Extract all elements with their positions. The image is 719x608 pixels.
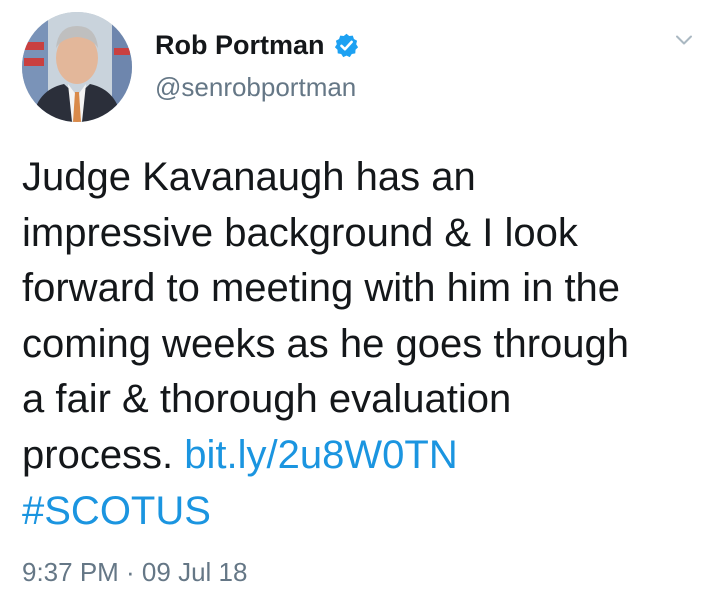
avatar[interactable] xyxy=(22,12,132,122)
tweet-line: forward to meeting with him in the xyxy=(22,266,621,311)
tweet-text: Judge Kavanaugh has an impressive backgr… xyxy=(22,150,712,539)
chevron-down-icon[interactable] xyxy=(672,28,696,52)
tweet-line: Judge Kavanaugh has an xyxy=(22,155,476,199)
tweet-line-hashtag: #SCOTUS xyxy=(22,484,712,540)
tweet-link[interactable]: bit.ly/2u8W0TN xyxy=(184,433,457,477)
tweet-timestamp[interactable]: 9:37 PM · 09 Jul 18 xyxy=(22,556,247,588)
hashtag-link[interactable]: #SCOTUS xyxy=(22,489,211,533)
tweet-line: impressive background & I look xyxy=(22,210,578,255)
tweet-line: coming weeks as he goes through xyxy=(22,321,630,366)
tweet-line-text: process. xyxy=(22,432,185,477)
display-name[interactable]: Rob Portman xyxy=(155,29,360,61)
tweet-line: a fair & thorough evaluation xyxy=(22,377,512,422)
tweet-line-last: process. bit.ly/2u8W0TN xyxy=(22,428,712,484)
display-name-text[interactable]: Rob Portman xyxy=(155,29,325,61)
verified-badge-icon xyxy=(333,32,360,59)
user-handle[interactable]: @senrobportman xyxy=(155,71,356,103)
